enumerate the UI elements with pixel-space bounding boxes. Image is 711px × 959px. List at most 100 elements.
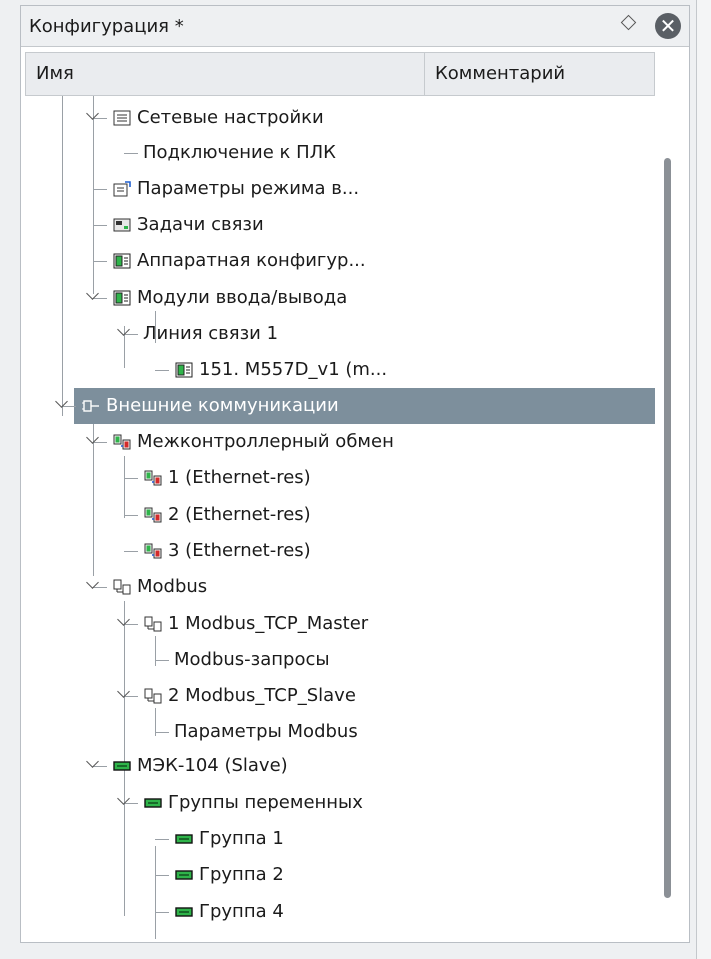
window-edge: [696, 0, 711, 959]
tree-connector-line: [124, 696, 138, 697]
tree-connector-line: [155, 732, 169, 733]
tree-connector-line: [124, 334, 138, 335]
panel-title: Конфигурация *: [29, 16, 184, 37]
tree-connector-line: [93, 766, 107, 767]
tree-connector-line: [155, 660, 169, 661]
tree-item[interactable]: МЭК-104 (Slave): [25, 748, 655, 784]
tree-connector-line: [124, 153, 138, 154]
mode-parameters-icon: [113, 181, 131, 197]
scrollbar-thumb[interactable]: [664, 158, 671, 898]
tree-item[interactable]: Аппаратная конфигур...: [25, 243, 655, 279]
tree-item-label: Сетевые настройки: [137, 107, 324, 128]
tree-item[interactable]: Параметры Modbus: [25, 714, 655, 750]
iec104-icon: [113, 758, 131, 774]
intercontroller-icon: [113, 434, 131, 450]
tree-item-label: Группа 4: [199, 901, 284, 922]
column-separator[interactable]: [424, 53, 425, 95]
tree-item[interactable]: Линия связи 1: [25, 316, 655, 352]
external-comm-icon: [82, 398, 100, 414]
tree-connector-line: [124, 551, 138, 552]
tree-item[interactable]: Modbus-запросы: [25, 642, 655, 678]
tree-item[interactable]: 1 Modbus_TCP_Master: [25, 606, 655, 642]
communication-tasks-icon: [113, 217, 131, 233]
tree-item-label: Аппаратная конфигур...: [137, 250, 366, 271]
tree-item-label: Группы переменных: [168, 792, 363, 813]
tree-item[interactable]: Подключение к ПЛК: [25, 135, 655, 171]
group-icon: [175, 867, 193, 883]
tree-connector-line: [124, 624, 138, 625]
ethernet-link-icon: [144, 507, 162, 523]
configuration-tree: Сетевые настройки Подключение к ПЛК Параме…: [25, 96, 655, 939]
tree-item[interactable]: Сетевые настройки: [25, 100, 655, 136]
tree-item[interactable]: Задачи связи: [25, 207, 655, 243]
tree-item-label: 3 (Ethernet-res): [168, 540, 311, 561]
tree-item[interactable]: 2 Modbus_TCP_Slave: [25, 678, 655, 714]
close-icon[interactable]: ✕: [655, 13, 681, 39]
tree-item[interactable]: Группа 1: [25, 821, 655, 857]
tree-item[interactable]: Модули ввода/вывода: [25, 280, 655, 316]
tree-item-label: Modbus-запросы: [174, 649, 330, 670]
io-modules-icon: [113, 290, 131, 306]
tree-header: Имя Комментарий: [25, 52, 655, 96]
tree-connector-line: [155, 839, 169, 840]
pin-icon[interactable]: [620, 14, 637, 31]
tree-connector-line: [62, 406, 76, 407]
tree-connector-line: [93, 118, 107, 119]
column-name-header[interactable]: Имя: [36, 53, 74, 95]
tree-item[interactable]: Modbus: [25, 569, 655, 605]
tree-item-label: Внешние коммуникации: [106, 395, 339, 416]
tree-item-label: Подключение к ПЛК: [143, 142, 336, 163]
tree-connector-line: [93, 225, 107, 226]
group-icon: [175, 831, 193, 847]
tree-item-label: Modbus: [137, 576, 208, 597]
tree-item-label: 1 Modbus_TCP_Master: [168, 613, 369, 634]
ethernet-link-icon: [144, 470, 162, 486]
tree-item-label: Параметры Modbus: [174, 721, 358, 742]
tree-connector-line: [155, 370, 169, 371]
tree-item[interactable]: Группы переменных: [25, 785, 655, 821]
tree-item-label: Межконтроллерный обмен: [137, 431, 394, 452]
tree-connector-line: [93, 298, 107, 299]
panel-titlebar: Конфигурация * ✕: [21, 6, 689, 47]
tree-connector-line: [93, 442, 107, 443]
configuration-panel: Конфигурация * ✕ Имя Комментарий Сетевые…: [20, 5, 690, 943]
tree-item[interactable]: Внешние коммуникации: [55, 388, 655, 424]
modbus-icon: [144, 616, 162, 632]
tree-connector-line: [124, 803, 138, 804]
tree-item-label: 1 (Ethernet-res): [168, 467, 311, 488]
tree-item-label: 2 Modbus_TCP_Slave: [168, 685, 356, 706]
module-icon: [175, 362, 193, 378]
tree-item[interactable]: Параметры режима в...: [25, 171, 655, 207]
tree-item[interactable]: Группа 2: [25, 857, 655, 893]
network-settings-icon: [113, 110, 131, 126]
tree-item[interactable]: 2 (Ethernet-res): [25, 497, 655, 533]
tree-item-label: 151. M557D_v1 (m...: [199, 359, 388, 380]
modbus-icon: [144, 688, 162, 704]
ethernet-link-icon: [144, 543, 162, 559]
tree-item-label: МЭК-104 (Slave): [137, 755, 288, 776]
tree-connector-line: [124, 478, 138, 479]
tree-item-label: Группа 2: [199, 864, 284, 885]
tree-connector-line: [155, 875, 169, 876]
tree-item[interactable]: 1 (Ethernet-res): [25, 460, 655, 496]
tree-connector-line: [93, 189, 107, 190]
hardware-config-icon: [113, 253, 131, 269]
tree-item-label: Группа 1: [199, 828, 284, 849]
iec104-icon: [144, 795, 162, 811]
tree-item[interactable]: Группа 5: [25, 930, 655, 939]
tree-item-label: Группа 5: [199, 937, 284, 939]
tree-item-label: 2 (Ethernet-res): [168, 504, 311, 525]
tree-item[interactable]: 3 (Ethernet-res): [25, 533, 655, 569]
tree-connector-line: [93, 587, 107, 588]
modbus-icon: [113, 579, 131, 595]
vertical-scrollbar[interactable]: [661, 106, 673, 939]
tree-connector-line: [124, 515, 138, 516]
tree-item[interactable]: 151. M557D_v1 (m...: [25, 352, 655, 388]
tree-item-label: Параметры режима в...: [137, 178, 360, 199]
tree-item[interactable]: Группа 4: [25, 894, 655, 930]
tree-connector-line: [93, 261, 107, 262]
tree-item[interactable]: Межконтроллерный обмен: [25, 424, 655, 460]
tree-item-label: Модули ввода/вывода: [137, 287, 348, 308]
tree-item-label: Задачи связи: [137, 214, 264, 235]
column-comment-header[interactable]: Комментарий: [435, 53, 565, 95]
